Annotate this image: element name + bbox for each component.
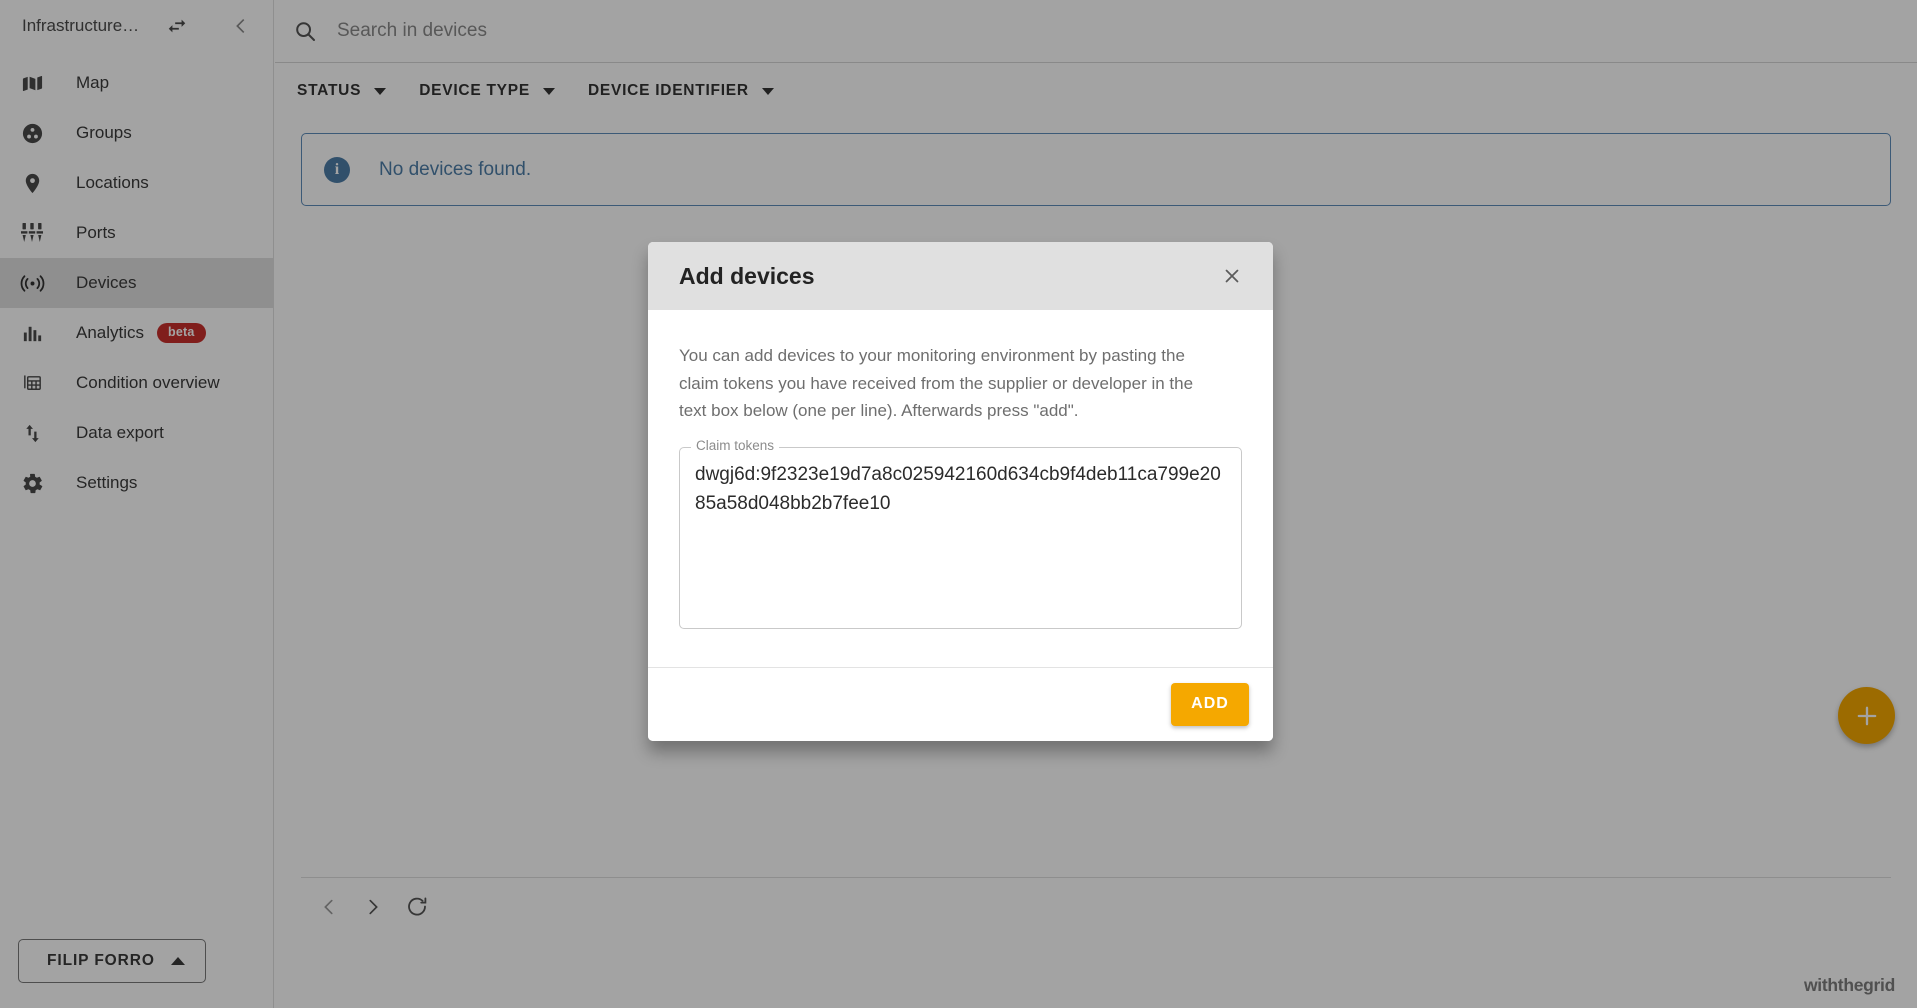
claim-tokens-input[interactable]	[693, 458, 1229, 618]
add-devices-dialog: Add devices You can add devices to your …	[648, 242, 1273, 741]
dialog-title: Add devices	[679, 263, 815, 290]
close-icon	[1221, 265, 1243, 287]
close-button[interactable]	[1215, 259, 1249, 293]
dialog-body: You can add devices to your monitoring e…	[648, 310, 1273, 629]
dialog-description: You can add devices to your monitoring e…	[679, 342, 1219, 425]
claim-tokens-field: Claim tokens	[679, 447, 1242, 629]
app-root: Infrastructure c... Map	[0, 0, 1917, 1008]
dialog-footer: ADD	[648, 667, 1273, 741]
claim-tokens-label: Claim tokens	[691, 439, 779, 453]
add-button[interactable]: ADD	[1171, 683, 1249, 726]
dialog-header: Add devices	[648, 242, 1273, 310]
